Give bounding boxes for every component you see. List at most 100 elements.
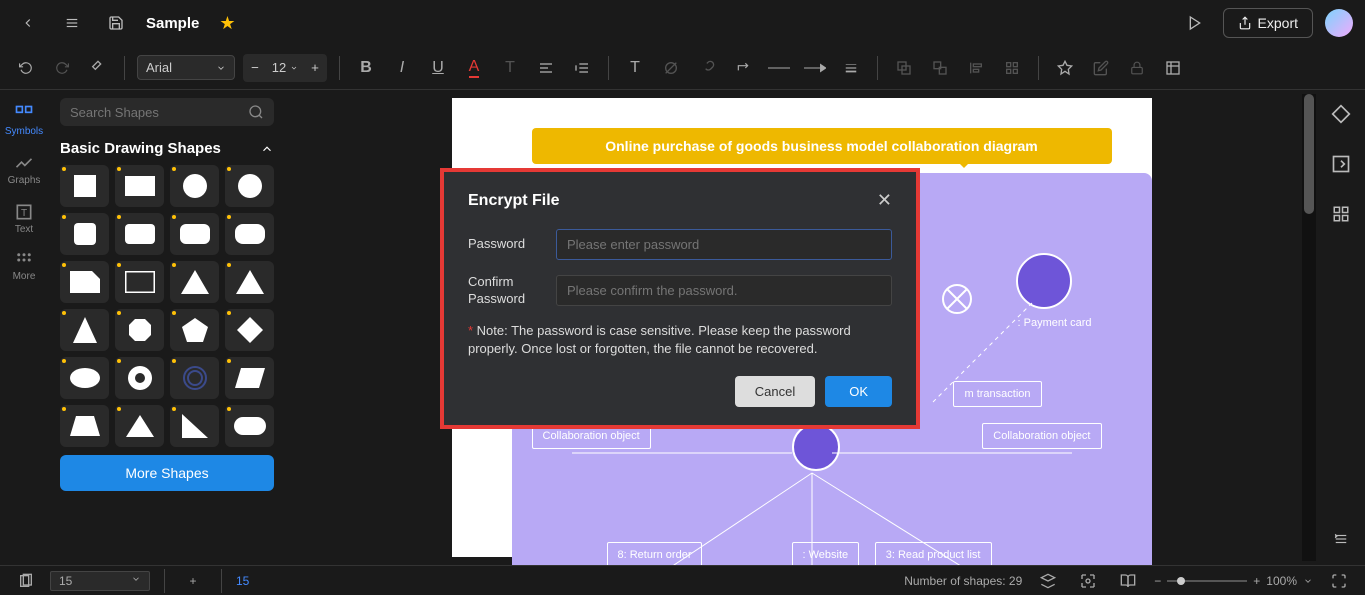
font-size-group: − 12 +: [243, 54, 327, 82]
shape-circle[interactable]: [170, 165, 219, 207]
scrollbar-thumb[interactable]: [1304, 94, 1314, 214]
center-node[interactable]: [792, 423, 840, 471]
play-button[interactable]: [1179, 7, 1211, 39]
bold-button[interactable]: B: [352, 54, 380, 82]
shape-fill-button[interactable]: [657, 54, 685, 82]
text-tool-button[interactable]: T: [621, 54, 649, 82]
shape-frame[interactable]: [115, 261, 164, 303]
text-effects-button[interactable]: T: [496, 54, 524, 82]
table-button[interactable]: [1159, 54, 1187, 82]
rail-symbols[interactable]: Symbols: [2, 98, 46, 143]
font-size-increase[interactable]: +: [303, 54, 327, 82]
distribute-button[interactable]: [998, 54, 1026, 82]
page-select[interactable]: 15: [50, 571, 150, 591]
layers-icon[interactable]: [1034, 567, 1062, 595]
shape-square[interactable]: [60, 165, 109, 207]
divider: [877, 56, 878, 80]
collab2-label: Collaboration object: [982, 423, 1101, 449]
close-icon[interactable]: ✕: [877, 190, 892, 211]
star-icon[interactable]: ★: [219, 13, 235, 34]
shape-pill[interactable]: [225, 405, 274, 447]
page-current[interactable]: 15: [236, 574, 249, 588]
shape-rtri[interactable]: [170, 405, 219, 447]
back-button[interactable]: [12, 7, 44, 39]
rail-more[interactable]: More: [2, 245, 46, 288]
shape-rect[interactable]: [115, 165, 164, 207]
lock-button[interactable]: [1123, 54, 1151, 82]
align-shapes-button[interactable]: [962, 54, 990, 82]
rail-text[interactable]: TText: [2, 196, 46, 241]
shape-tri[interactable]: [170, 261, 219, 303]
search-shapes[interactable]: [60, 98, 274, 126]
shape-rndrect2[interactable]: [170, 213, 219, 255]
zoom-out[interactable]: −: [1154, 574, 1161, 588]
vertical-scrollbar[interactable]: [1302, 94, 1316, 561]
italic-button[interactable]: I: [388, 54, 416, 82]
undo-button[interactable]: [12, 54, 40, 82]
shape-rndrect[interactable]: [115, 213, 164, 255]
ok-button[interactable]: OK: [825, 376, 892, 407]
divider: [608, 56, 609, 80]
shapes-section-header[interactable]: Basic Drawing Shapes: [60, 126, 274, 165]
shape-donut[interactable]: [115, 357, 164, 399]
svg-text:T: T: [21, 208, 27, 219]
edit-button[interactable]: [1087, 54, 1115, 82]
shape-snip[interactable]: [60, 261, 109, 303]
ungroup-button[interactable]: [926, 54, 954, 82]
export-panel-icon[interactable]: [1325, 148, 1357, 180]
format-painter-button[interactable]: [84, 54, 112, 82]
collapse-panel-icon[interactable]: [1325, 523, 1357, 555]
focus-icon[interactable]: [1074, 567, 1102, 595]
cancel-button[interactable]: Cancel: [735, 376, 815, 407]
shape-tri4[interactable]: [115, 405, 164, 447]
confirm-input[interactable]: [556, 275, 892, 306]
group-button[interactable]: [890, 54, 918, 82]
line-style-button[interactable]: [765, 54, 793, 82]
line-weight-button[interactable]: [837, 54, 865, 82]
shape-circle2[interactable]: [225, 165, 274, 207]
shape-ellipse[interactable]: [60, 357, 109, 399]
more-shapes-button[interactable]: More Shapes: [60, 455, 274, 491]
zoom-value[interactable]: 100%: [1266, 574, 1297, 588]
menu-button[interactable]: [56, 7, 88, 39]
return-order-label: 8: Return order: [607, 542, 703, 565]
font-family-select[interactable]: Arial: [137, 55, 235, 80]
shape-tri3[interactable]: [60, 309, 109, 351]
book-icon[interactable]: [1114, 567, 1142, 595]
shape-tri2[interactable]: [225, 261, 274, 303]
redo-button[interactable]: [48, 54, 76, 82]
fill-panel-icon[interactable]: [1325, 98, 1357, 130]
save-button[interactable]: [100, 7, 132, 39]
shape-pentagon[interactable]: [170, 309, 219, 351]
shape-rndsq[interactable]: [60, 213, 109, 255]
connector-button[interactable]: [729, 54, 757, 82]
font-color-button[interactable]: A: [460, 54, 488, 82]
avatar[interactable]: [1325, 9, 1353, 37]
shape-ring[interactable]: [170, 357, 219, 399]
fullscreen-icon[interactable]: [1325, 567, 1353, 595]
shape-octagon[interactable]: [115, 309, 164, 351]
add-page-button[interactable]: +: [179, 567, 207, 595]
zoom-in[interactable]: +: [1253, 574, 1260, 588]
toolbar: Arial − 12 + B I U A T T: [0, 46, 1365, 90]
shape-trapezoid[interactable]: [60, 405, 109, 447]
export-button[interactable]: Export: [1223, 8, 1313, 38]
shape-parallel[interactable]: [225, 357, 274, 399]
line-arrow-button[interactable]: [801, 54, 829, 82]
pages-icon[interactable]: [12, 567, 40, 595]
underline-button[interactable]: U: [424, 54, 452, 82]
font-size-decrease[interactable]: −: [243, 54, 267, 82]
align-button[interactable]: [532, 54, 560, 82]
password-input[interactable]: [556, 229, 892, 260]
zoom-slider[interactable]: [1167, 580, 1247, 582]
effects-button[interactable]: [1051, 54, 1079, 82]
shape-rndrect3[interactable]: [225, 213, 274, 255]
search-input[interactable]: [70, 105, 248, 120]
rail-graphs[interactable]: Graphs: [2, 147, 46, 192]
font-size-input[interactable]: 12: [267, 54, 303, 82]
line-height-button[interactable]: [568, 54, 596, 82]
grid-panel-icon[interactable]: [1325, 198, 1357, 230]
shape-diamond[interactable]: [225, 309, 274, 351]
payment-node[interactable]: [1016, 253, 1072, 309]
link-button[interactable]: [693, 54, 721, 82]
